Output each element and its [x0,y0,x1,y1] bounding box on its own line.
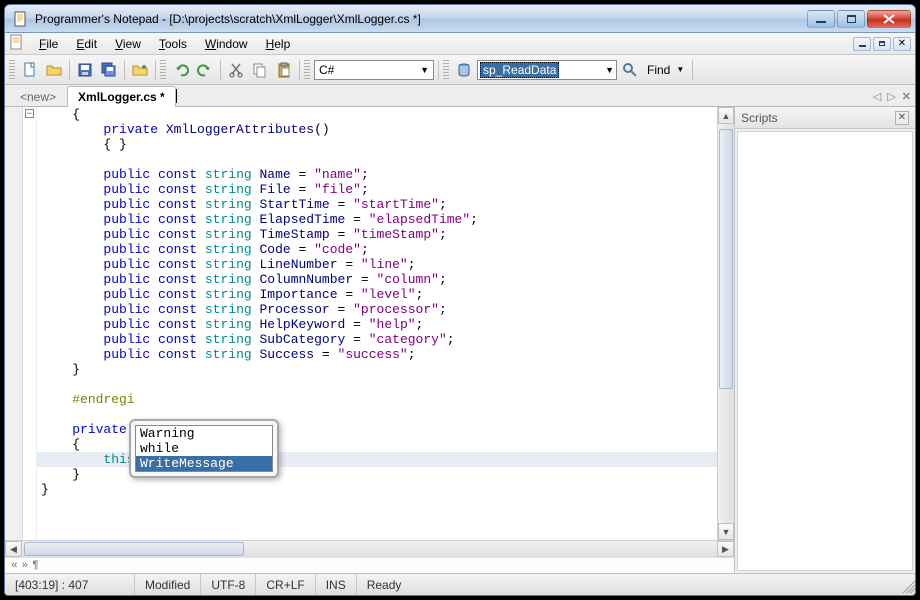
minimize-button[interactable] [807,10,835,28]
fold-column[interactable]: − [23,107,37,540]
paste-button[interactable] [273,59,295,81]
close-button[interactable] [867,10,911,28]
titlebar[interactable]: Programmer's Notepad - [D:\projects\scra… [5,5,915,33]
hscroll-thumb[interactable] [24,542,244,556]
horizontal-scrollbar[interactable]: ◀ ▶ [5,540,734,557]
toolbar-grip-3[interactable] [304,60,310,80]
toolbar-grip-4[interactable] [443,60,449,80]
show-ws-icon[interactable]: ¶ [32,560,39,572]
language-select[interactable]: C# ▼ [314,60,434,80]
find-button[interactable]: Find ▼ [643,60,688,80]
language-value: C# [319,63,334,77]
status-msg: Ready [357,574,899,595]
tab-new[interactable]: <new> [9,86,67,107]
magic-value: sp_ReadData [480,62,559,78]
toolbar: C# ▼ sp_ReadData ▼ Find ▼ [5,55,915,85]
scroll-up-icon[interactable]: ▲ [718,107,734,124]
menu-tools[interactable]: Tools [151,35,195,53]
menu-view[interactable]: View [107,35,149,53]
main-window: Programmer's Notepad - [D:\projects\scra… [4,4,916,596]
workspace: − { private XmlLoggerAttributes() { } pu… [5,107,915,573]
mdi-minimize-button[interactable] [853,37,871,51]
tab-prev-icon[interactable]: ◁ [873,90,881,103]
app-icon-small [9,34,25,53]
autocomplete-popup: WarningwhileWriteMessage [129,419,279,478]
menu-edit[interactable]: Edit [68,35,105,53]
save-button[interactable] [74,59,96,81]
autocomplete-item[interactable]: while [136,441,272,456]
autocomplete-item[interactable]: WriteMessage [136,456,272,471]
scripts-panel: Scripts ✕ [735,107,915,573]
toolbar-grip-2[interactable] [160,60,166,80]
status-ins: INS [316,574,357,595]
autocomplete-list[interactable]: WarningwhileWriteMessage [135,425,273,472]
save-all-button[interactable] [98,59,120,81]
app-icon [13,11,29,27]
tabstrip: <new> XmlLogger.cs * ◁ ▷ ✕ [5,85,915,107]
fold-toolbar: « » ¶ [5,557,734,573]
db-icon-button[interactable] [453,59,475,81]
redo-button[interactable] [194,59,216,81]
fold-collapse-icon[interactable]: « [11,560,18,572]
scroll-right-icon[interactable]: ▶ [717,541,734,557]
chevron-down-icon: ▼ [420,65,429,75]
tab-next-icon[interactable]: ▷ [887,90,895,103]
panel-close-icon[interactable]: ✕ [895,111,909,125]
menu-help[interactable]: Help [258,35,299,53]
vscroll-thumb[interactable] [719,129,733,389]
tab-close-icon[interactable]: ✕ [902,90,911,103]
scripts-panel-body[interactable] [737,131,913,571]
fold-expand-icon[interactable]: » [22,560,29,572]
copy-button[interactable] [249,59,271,81]
undo-button[interactable] [170,59,192,81]
status-pos: [403:19] : 407 [5,574,135,595]
mdi-restore-button[interactable] [873,37,891,51]
status-modified: Modified [135,574,201,595]
scripts-panel-header[interactable]: Scripts ✕ [735,107,915,129]
status-encoding: UTF-8 [201,574,256,595]
window-title: Programmer's Notepad - [D:\projects\scra… [35,12,799,26]
autocomplete-item[interactable]: Warning [136,426,272,441]
vertical-scrollbar[interactable]: ▲ ▼ [717,107,734,540]
menu-window[interactable]: Window [197,35,256,53]
find-icon-button[interactable] [619,59,641,81]
tab-active[interactable]: XmlLogger.cs * [67,86,176,107]
find-label: Find [647,63,670,77]
mdi-close-button[interactable]: ✕ [893,37,911,51]
toolbar-grip[interactable] [9,60,15,80]
chevron-down-icon: ▼ [676,65,684,74]
menu-file[interactable]: File [31,35,66,53]
scroll-down-icon[interactable]: ▼ [718,523,734,540]
magic-select[interactable]: sp_ReadData ▼ [477,60,617,80]
scripts-panel-title: Scripts [741,111,778,125]
resize-grip-icon[interactable] [899,577,915,593]
status-eol: CR+LF [256,574,315,595]
scroll-left-icon[interactable]: ◀ [5,541,22,557]
open-folder-button[interactable] [129,59,151,81]
chevron-down-icon: ▼ [605,65,614,75]
maximize-button[interactable] [837,10,865,28]
editor-margin [5,107,23,540]
new-file-button[interactable] [19,59,41,81]
open-file-button[interactable] [43,59,65,81]
menubar: File Edit View Tools Window Help ✕ [5,33,915,55]
editor-column: − { private XmlLoggerAttributes() { } pu… [5,107,735,573]
fold-box-icon[interactable]: − [25,109,34,118]
editor[interactable]: − { private XmlLoggerAttributes() { } pu… [5,107,734,540]
statusbar: [403:19] : 407 Modified UTF-8 CR+LF INS … [5,573,915,595]
cut-button[interactable] [225,59,247,81]
